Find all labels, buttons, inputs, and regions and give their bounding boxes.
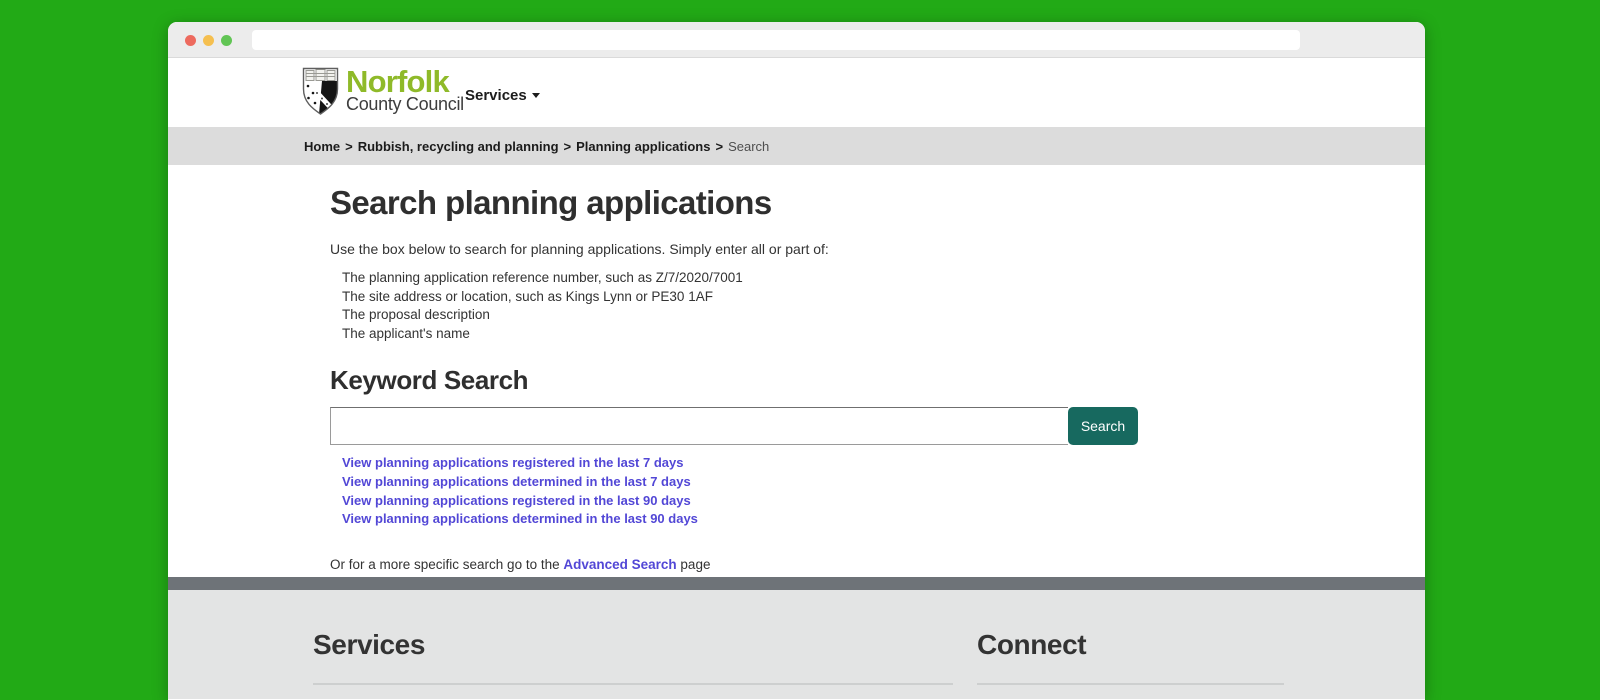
- footer-column-connect: Connect: [977, 630, 1284, 685]
- address-bar[interactable]: [252, 30, 1300, 50]
- window-close-button[interactable]: [185, 35, 196, 46]
- criteria-item-applicant: The applicant's name: [342, 325, 470, 341]
- breadcrumb-planning-applications[interactable]: Planning applications: [576, 139, 710, 154]
- breadcrumb-separator: >: [345, 138, 353, 154]
- site-header: Norfolk County Council Services: [168, 58, 1425, 127]
- keyword-search-form: Search: [330, 407, 1138, 446]
- council-crest-icon: [302, 67, 339, 121]
- advanced-search-link[interactable]: Advanced Search: [563, 557, 676, 572]
- breadcrumb-rubbish-recycling-planning[interactable]: Rubbish, recycling and planning: [358, 139, 559, 154]
- link-determined-7-days[interactable]: View planning applications determined in…: [342, 473, 1425, 492]
- criteria-item-proposal: The proposal description: [342, 307, 490, 323]
- footer-services-heading: Services: [313, 629, 426, 660]
- logo-name: Norfolk: [346, 64, 450, 99]
- advanced-search-suffix: page: [676, 557, 711, 573]
- browser-window: Norfolk County Council Services Home > R…: [168, 22, 1425, 700]
- content-footer-divider: [168, 577, 1425, 590]
- footer-divider-line: [977, 683, 1284, 685]
- link-registered-7-days[interactable]: View planning applications registered in…: [342, 454, 1425, 473]
- nav-services-dropdown[interactable]: Services: [465, 87, 540, 104]
- breadcrumb-home[interactable]: Home: [304, 139, 340, 154]
- footer-connect-heading: Connect: [977, 629, 1087, 660]
- main-content: Search planning applications Use the box…: [168, 165, 1425, 577]
- criteria-item-address: The site address or location, such as Ki…: [342, 288, 713, 304]
- site-footer: Services Connect: [168, 590, 1425, 699]
- breadcrumb-current-search: Search: [728, 138, 770, 154]
- breadcrumb-separator: >: [715, 138, 724, 154]
- keyword-search-heading: Keyword Search: [330, 365, 529, 396]
- search-criteria-list: The planning application reference numbe…: [342, 269, 1425, 343]
- advanced-search-note: Or for a more specific search go to the …: [330, 557, 1425, 572]
- advanced-search-prefix: Or for a more specific search go to the: [330, 557, 564, 573]
- breadcrumb: Home > Rubbish, recycling and planning >…: [168, 127, 1425, 165]
- footer-divider-line: [313, 683, 953, 685]
- council-logo[interactable]: Norfolk County Council: [302, 64, 464, 121]
- chevron-down-icon: [531, 93, 540, 98]
- criteria-item-reference: The planning application reference numbe…: [342, 270, 743, 285]
- link-registered-90-days[interactable]: View planning applications registered in…: [342, 492, 1425, 511]
- intro-text: Use the box below to search for planning…: [330, 241, 829, 257]
- window-zoom-button[interactable]: [221, 35, 232, 46]
- browser-chrome: [168, 22, 1425, 58]
- quick-links: View planning applications registered in…: [342, 454, 1425, 529]
- council-logo-text: Norfolk County Council: [346, 64, 464, 114]
- footer-column-services: Services: [313, 630, 953, 685]
- page-title: Search planning applications: [330, 184, 772, 221]
- keyword-search-input[interactable]: [330, 407, 1068, 446]
- nav-services-label: Services: [465, 87, 527, 104]
- logo-subtitle: County Council: [346, 94, 464, 114]
- search-button[interactable]: Search: [1068, 407, 1138, 446]
- window-controls: [185, 35, 232, 46]
- desktop-background: { "browser": { "address_value": "", "win…: [0, 0, 1600, 700]
- breadcrumb-separator: >: [563, 138, 572, 154]
- link-determined-90-days[interactable]: View planning applications determined in…: [342, 510, 1425, 529]
- window-minimize-button[interactable]: [203, 35, 214, 46]
